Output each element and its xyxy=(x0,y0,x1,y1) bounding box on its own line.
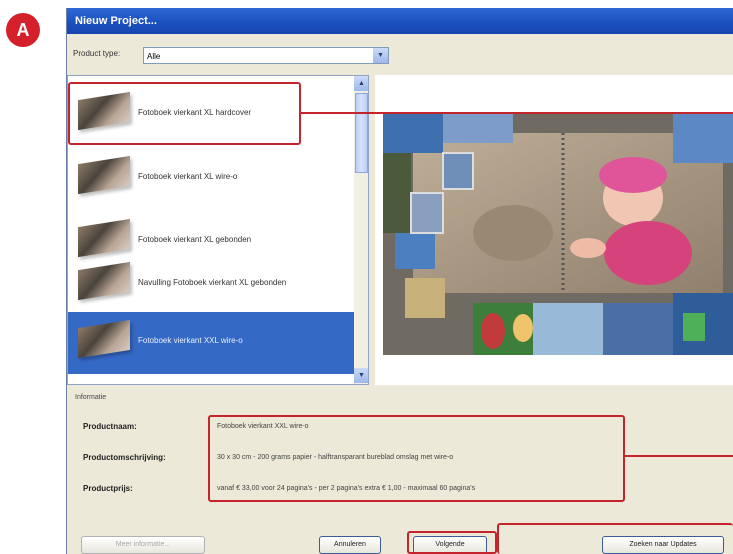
list-scrollbar[interactable]: ▲ ▼ xyxy=(354,76,368,384)
product-type-select[interactable]: Alle ▼ xyxy=(143,47,389,64)
scrollbar-thumb[interactable] xyxy=(355,93,368,173)
product-type-label: Product type: xyxy=(73,49,121,58)
list-item[interactable]: Navulling Fotoboek vierkant XL gebonden xyxy=(68,254,354,316)
photobook-thumbnail-icon xyxy=(78,155,130,195)
product-name-label: Productnaam: xyxy=(83,422,137,431)
more-info-button[interactable]: Meer informatie... xyxy=(81,536,205,554)
scroll-down-icon[interactable]: ▼ xyxy=(354,368,368,383)
photobook-thumbnail-icon xyxy=(78,261,130,301)
callout-badge-a: A xyxy=(6,13,40,47)
info-section-title: Informatie xyxy=(75,394,107,401)
dialog-title: Nieuw Project... xyxy=(67,8,733,34)
photobook-thumbnail-icon xyxy=(78,218,130,258)
photobook-thumbnail-icon xyxy=(78,383,130,384)
scroll-up-icon[interactable]: ▲ xyxy=(354,76,368,91)
callout-leader-line xyxy=(300,112,733,114)
photobook-thumbnail-icon xyxy=(78,319,130,359)
cancel-button[interactable]: Annuleren xyxy=(319,536,381,554)
list-item-label: Navulling Fotoboek vierkant XL gebonden xyxy=(138,278,287,287)
callout-leader-line xyxy=(624,455,733,457)
callout-updates-button xyxy=(497,523,733,554)
product-description-label: Productomschrijving: xyxy=(83,453,166,462)
list-item[interactable]: Fotoboek vierkant XL wire-o xyxy=(68,148,354,210)
list-item-selected[interactable]: Fotoboek vierkant XXL wire-o xyxy=(68,312,354,374)
callout-next-button xyxy=(407,531,497,554)
chevron-down-icon[interactable]: ▼ xyxy=(373,48,388,63)
product-price-label: Productprijs: xyxy=(83,484,133,493)
photobook-preview-image xyxy=(383,113,733,355)
product-preview xyxy=(375,75,733,385)
product-type-row: Product type: Alle ▼ xyxy=(67,45,733,67)
list-item-label: Fotoboek vierkant XL wire-o xyxy=(138,172,238,181)
product-type-value: Alle xyxy=(147,52,161,61)
list-item-partial[interactable] xyxy=(68,376,354,384)
list-item-label: Fotoboek vierkant XL gebonden xyxy=(138,235,252,244)
callout-product-info xyxy=(208,415,625,502)
list-item-label: Fotoboek vierkant XXL wire-o xyxy=(138,336,243,345)
callout-product-list xyxy=(68,82,301,145)
